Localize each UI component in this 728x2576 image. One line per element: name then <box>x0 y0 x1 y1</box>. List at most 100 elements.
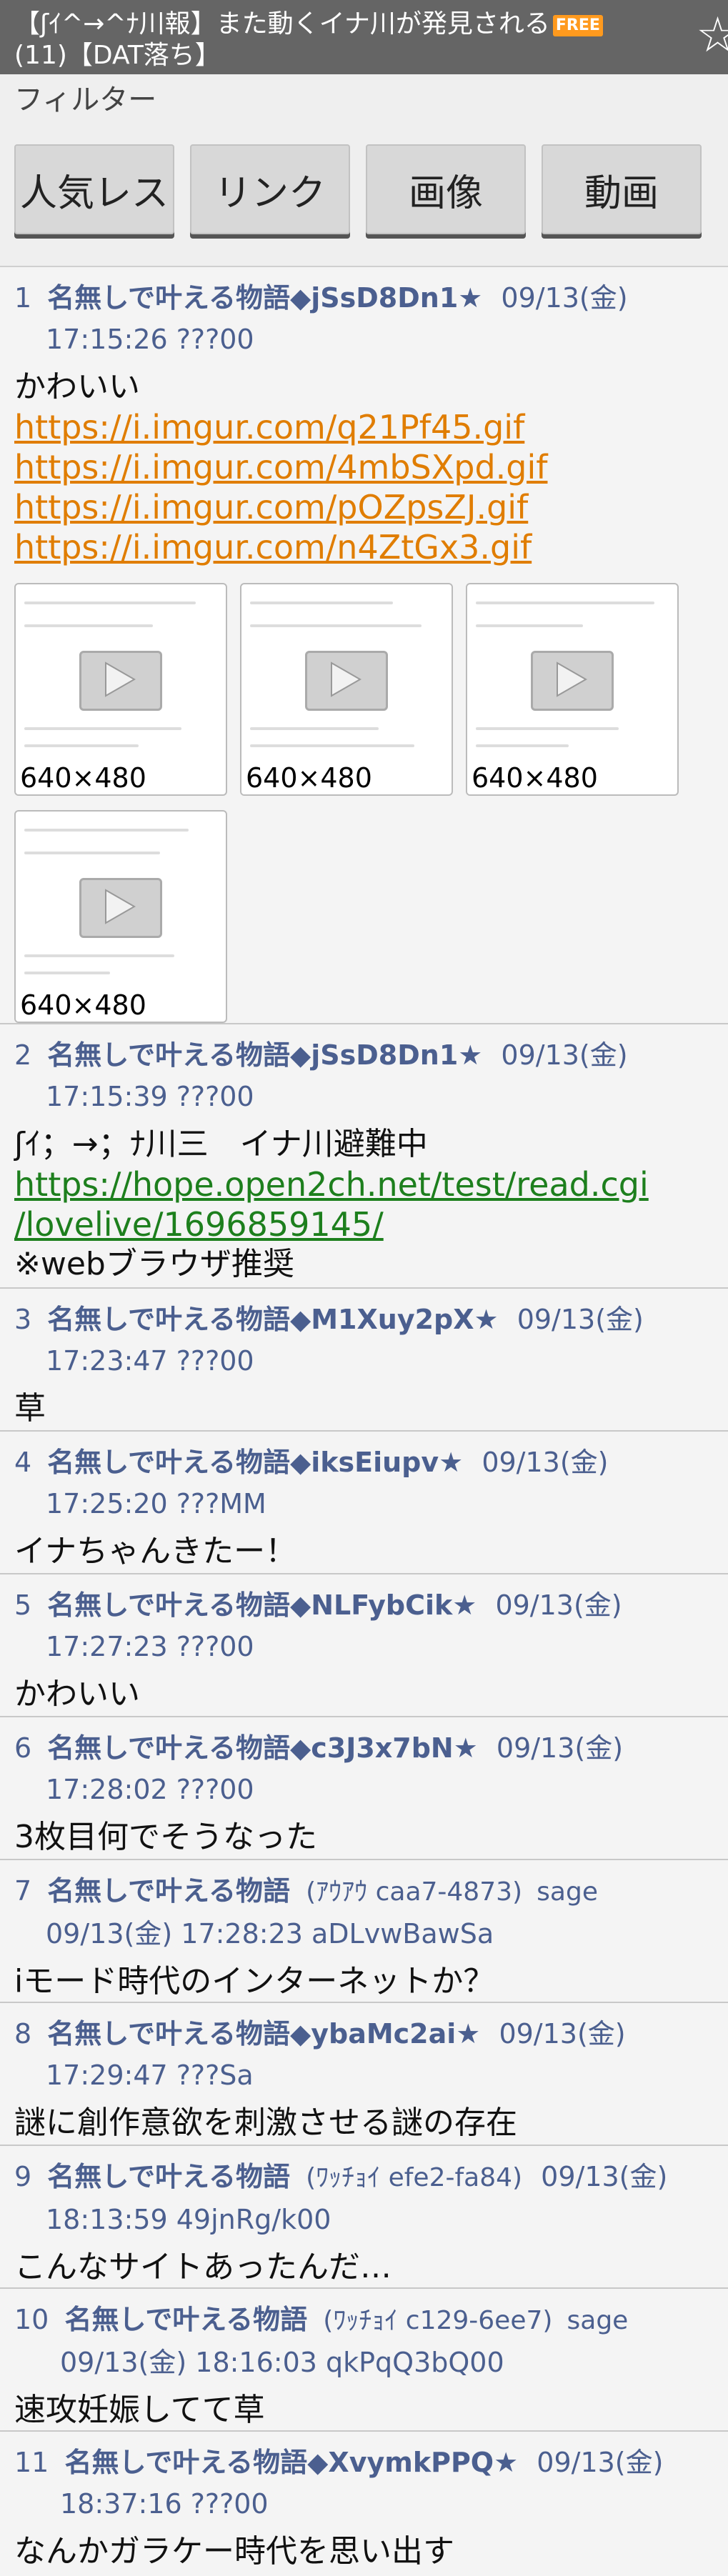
image-link[interactable]: https://i.imgur.com/n4ZtGx3.gif <box>14 527 714 567</box>
video-thumbnail[interactable]: 640×480 <box>14 583 227 796</box>
thumbnail-size: 640×480 <box>16 762 151 794</box>
post-name: 名無しで叶える物語◆jSsD8Dn1★ <box>47 1039 483 1071</box>
play-icon <box>79 878 162 939</box>
post-date: 09/13(金) <box>537 2447 664 2478</box>
post-body: iモード時代のインターネットか？ <box>14 1963 495 2000</box>
post-date: 09/13(金) <box>501 1039 628 1071</box>
thread-link-cont[interactable]: /lovelive/1696859145/ <box>14 1204 714 1244</box>
post: 2 名無しで叶える物語◆jSsD8Dn1★ 09/13(金) 17:15:39 … <box>0 1024 728 1289</box>
post-date: 09/13(金) <box>499 2018 626 2050</box>
image-link[interactable]: https://i.imgur.com/4mbSXpd.gif <box>14 447 714 487</box>
filter-video-button[interactable]: 動画 <box>542 144 702 234</box>
favorite-star-icon[interactable]: ☆ <box>696 11 728 60</box>
post-id-tag: (ﾜｯﾁｮｲ efe2-fa84) <box>306 2163 523 2192</box>
post-time: 18:13:59 49jnRg/k00 <box>46 2204 331 2235</box>
play-icon <box>305 651 388 712</box>
post-date: 09/13(金) <box>46 1918 173 1950</box>
play-icon <box>79 651 162 712</box>
post-time: 17:25:20 ???MM <box>46 1488 266 1519</box>
post-body: 謎に創作意欲を刺激させる謎の存在 <box>14 2105 517 2141</box>
post-name: 名無しで叶える物語◆XvymkPPQ★ <box>64 2447 519 2478</box>
post-number[interactable]: 7 <box>14 1875 31 1907</box>
post: 1 名無しで叶える物語◆jSsD8Dn1★ 09/13(金) 17:15:26 … <box>0 267 728 1024</box>
post-name: 名無しで叶える物語 <box>47 1875 291 1907</box>
post-name: 名無しで叶える物語◆iksEiupv★ <box>47 1447 464 1478</box>
post-body: なんかガラケー時代を思い出す <box>14 2533 454 2570</box>
image-link[interactable]: https://i.imgur.com/pOZpsZJ.gif <box>14 487 714 527</box>
post-meta: 10 名無しで叶える物語 (ﾜｯﾁｮｲ c129-6ee7) sage 09/1… <box>14 2299 714 2383</box>
post-number[interactable]: 9 <box>14 2161 31 2192</box>
image-link[interactable]: https://i.imgur.com/q21Pf45.gif <box>14 407 714 447</box>
thread-link[interactable]: https://hope.open2ch.net/test/read.cgi <box>14 1164 714 1204</box>
free-badge: FREE <box>552 15 603 36</box>
post-name: 名無しで叶える物語◆jSsD8Dn1★ <box>47 282 483 314</box>
post-date: 09/13(金) <box>496 1732 624 1764</box>
thumbnail-size: 640×480 <box>16 989 151 1022</box>
post-number[interactable]: 4 <box>14 1447 31 1478</box>
post-number[interactable]: 8 <box>14 2018 31 2050</box>
thumbnail-size: 640×480 <box>467 762 602 794</box>
post-date: 09/13(金) <box>541 2161 668 2192</box>
post-body: かわいい <box>14 369 140 405</box>
post-datetime: 09/13(金) 18:16:03 qkPqQ3bQ00 <box>14 2342 714 2383</box>
thread-page: 【ʃｲ^→^ﾅ川報】また動くイナ川が発見される FREE (11)【DAT落ち】 … <box>0 0 728 2576</box>
thread-title: 【ʃｲ^→^ﾅ川報】また動くイナ川が発見される <box>14 9 550 39</box>
post: 5 名無しで叶える物語◆NLFybCik★ 09/13(金) 17:27:23 … <box>0 1574 728 1717</box>
post-time: 18:37:16 ???00 <box>60 2488 269 2520</box>
post: 6 名無しで叶える物語◆c3J3x7bN★ 09/13(金) 17:28:02 … <box>0 1717 728 1860</box>
post-meta: 1 名無しで叶える物語◆jSsD8Dn1★ 09/13(金) 17:15:26 … <box>14 277 714 360</box>
filter-popular-button[interactable]: 人気レス <box>14 144 174 234</box>
post-id-tag: (ﾜｯﾁｮｲ c129-6ee7) <box>323 2306 553 2335</box>
post-time: 18:16:03 qkPqQ3bQ00 <box>195 2347 504 2378</box>
post: 4 名無しで叶える物語◆iksEiupv★ 09/13(金) 17:25:20 … <box>0 1432 728 1574</box>
post-date: 09/13(金) <box>482 1447 609 1478</box>
play-icon <box>531 651 614 712</box>
post-name: 名無しで叶える物語 <box>47 2161 291 2192</box>
post-name: 名無しで叶える物語◆NLFybCik★ <box>47 1589 477 1621</box>
filter-label: フィルター <box>14 84 157 116</box>
post-id-tag: (ｱｳｱｳ caa7-4873) <box>306 1877 523 1907</box>
filter-image-button[interactable]: 画像 <box>366 144 526 234</box>
post-meta: 7 名無しで叶える物語 (ｱｳｱｳ caa7-4873) sage 09/13(… <box>14 1870 714 1955</box>
post-name: 名無しで叶える物語◆ybaMc2ai★ <box>47 2018 481 2050</box>
post-meta: 5 名無しで叶える物語◆NLFybCik★ 09/13(金) 17:27:23 … <box>14 1584 714 1667</box>
post-meta: 9 名無しで叶える物語 (ﾜｯﾁｮｲ efe2-fa84) 09/13(金) 1… <box>14 2156 714 2240</box>
filter-buttons: 人気レス リンク 画像 動画 <box>14 144 714 234</box>
post-number[interactable]: 5 <box>14 1589 31 1621</box>
post-body: イナちゃんきたー！ <box>14 1533 297 1569</box>
post-meta: 4 名無しで叶える物語◆iksEiupv★ 09/13(金) 17:25:20 … <box>14 1442 714 1524</box>
video-thumbnail[interactable]: 640×480 <box>466 583 679 796</box>
filter-panel: フィルター 人気レス リンク 画像 動画 <box>0 74 728 267</box>
video-thumbnail[interactable]: 640×480 <box>14 810 227 1023</box>
post-number[interactable]: 10 <box>14 2304 49 2335</box>
post-date: 09/13(金) <box>60 2347 187 2378</box>
post-time: 17:27:23 ???00 <box>46 1631 254 1662</box>
post-date: 09/13(金) <box>517 1304 644 1335</box>
post-number[interactable]: 3 <box>14 1304 31 1335</box>
post-number[interactable]: 6 <box>14 1732 31 1764</box>
post-sage: sage <box>567 2306 629 2335</box>
post-number[interactable]: 1 <box>14 282 31 314</box>
video-thumbnail[interactable]: 640×480 <box>240 583 453 796</box>
post-name: 名無しで叶える物語◆c3J3x7bN★ <box>47 1732 478 1764</box>
post-time: 17:15:39 ???00 <box>46 1081 254 1112</box>
filter-link-button[interactable]: リンク <box>190 144 350 234</box>
post-date: 09/13(金) <box>495 1589 622 1621</box>
post-time: 17:29:47 ???Sa <box>46 2060 254 2091</box>
thread-header: 【ʃｲ^→^ﾅ川報】また動くイナ川が発見される FREE (11)【DAT落ち】 … <box>0 0 728 74</box>
post-number[interactable]: 11 <box>14 2447 49 2478</box>
post-time: 17:28:02 ???00 <box>46 1774 254 1805</box>
post: 7 名無しで叶える物語 (ｱｳｱｳ caa7-4873) sage 09/13(… <box>0 1860 728 2003</box>
post-date: 09/13(金) <box>501 282 628 314</box>
post-sage: sage <box>537 1877 598 1907</box>
post-meta: 11 名無しで叶える物語◆XvymkPPQ★ 09/13(金) 18:37:16… <box>14 2442 714 2525</box>
post-body: 速攻妊娠してて草 <box>14 2392 265 2428</box>
post-name: 名無しで叶える物語 <box>64 2304 308 2335</box>
post-time: 17:28:23 aDLvwBawSa <box>181 1918 494 1950</box>
post: 3 名無しで叶える物語◆M1Xuy2pX★ 09/13(金) 17:23:47 … <box>0 1289 728 1432</box>
post-time: 17:23:47 ???00 <box>46 1345 254 1377</box>
thumbnail-size: 640×480 <box>241 762 377 794</box>
post: 10 名無しで叶える物語 (ﾜｯﾁｮｲ c129-6ee7) sage 09/1… <box>0 2289 728 2432</box>
post-body: 草 <box>14 1390 46 1427</box>
post-number[interactable]: 2 <box>14 1039 31 1071</box>
